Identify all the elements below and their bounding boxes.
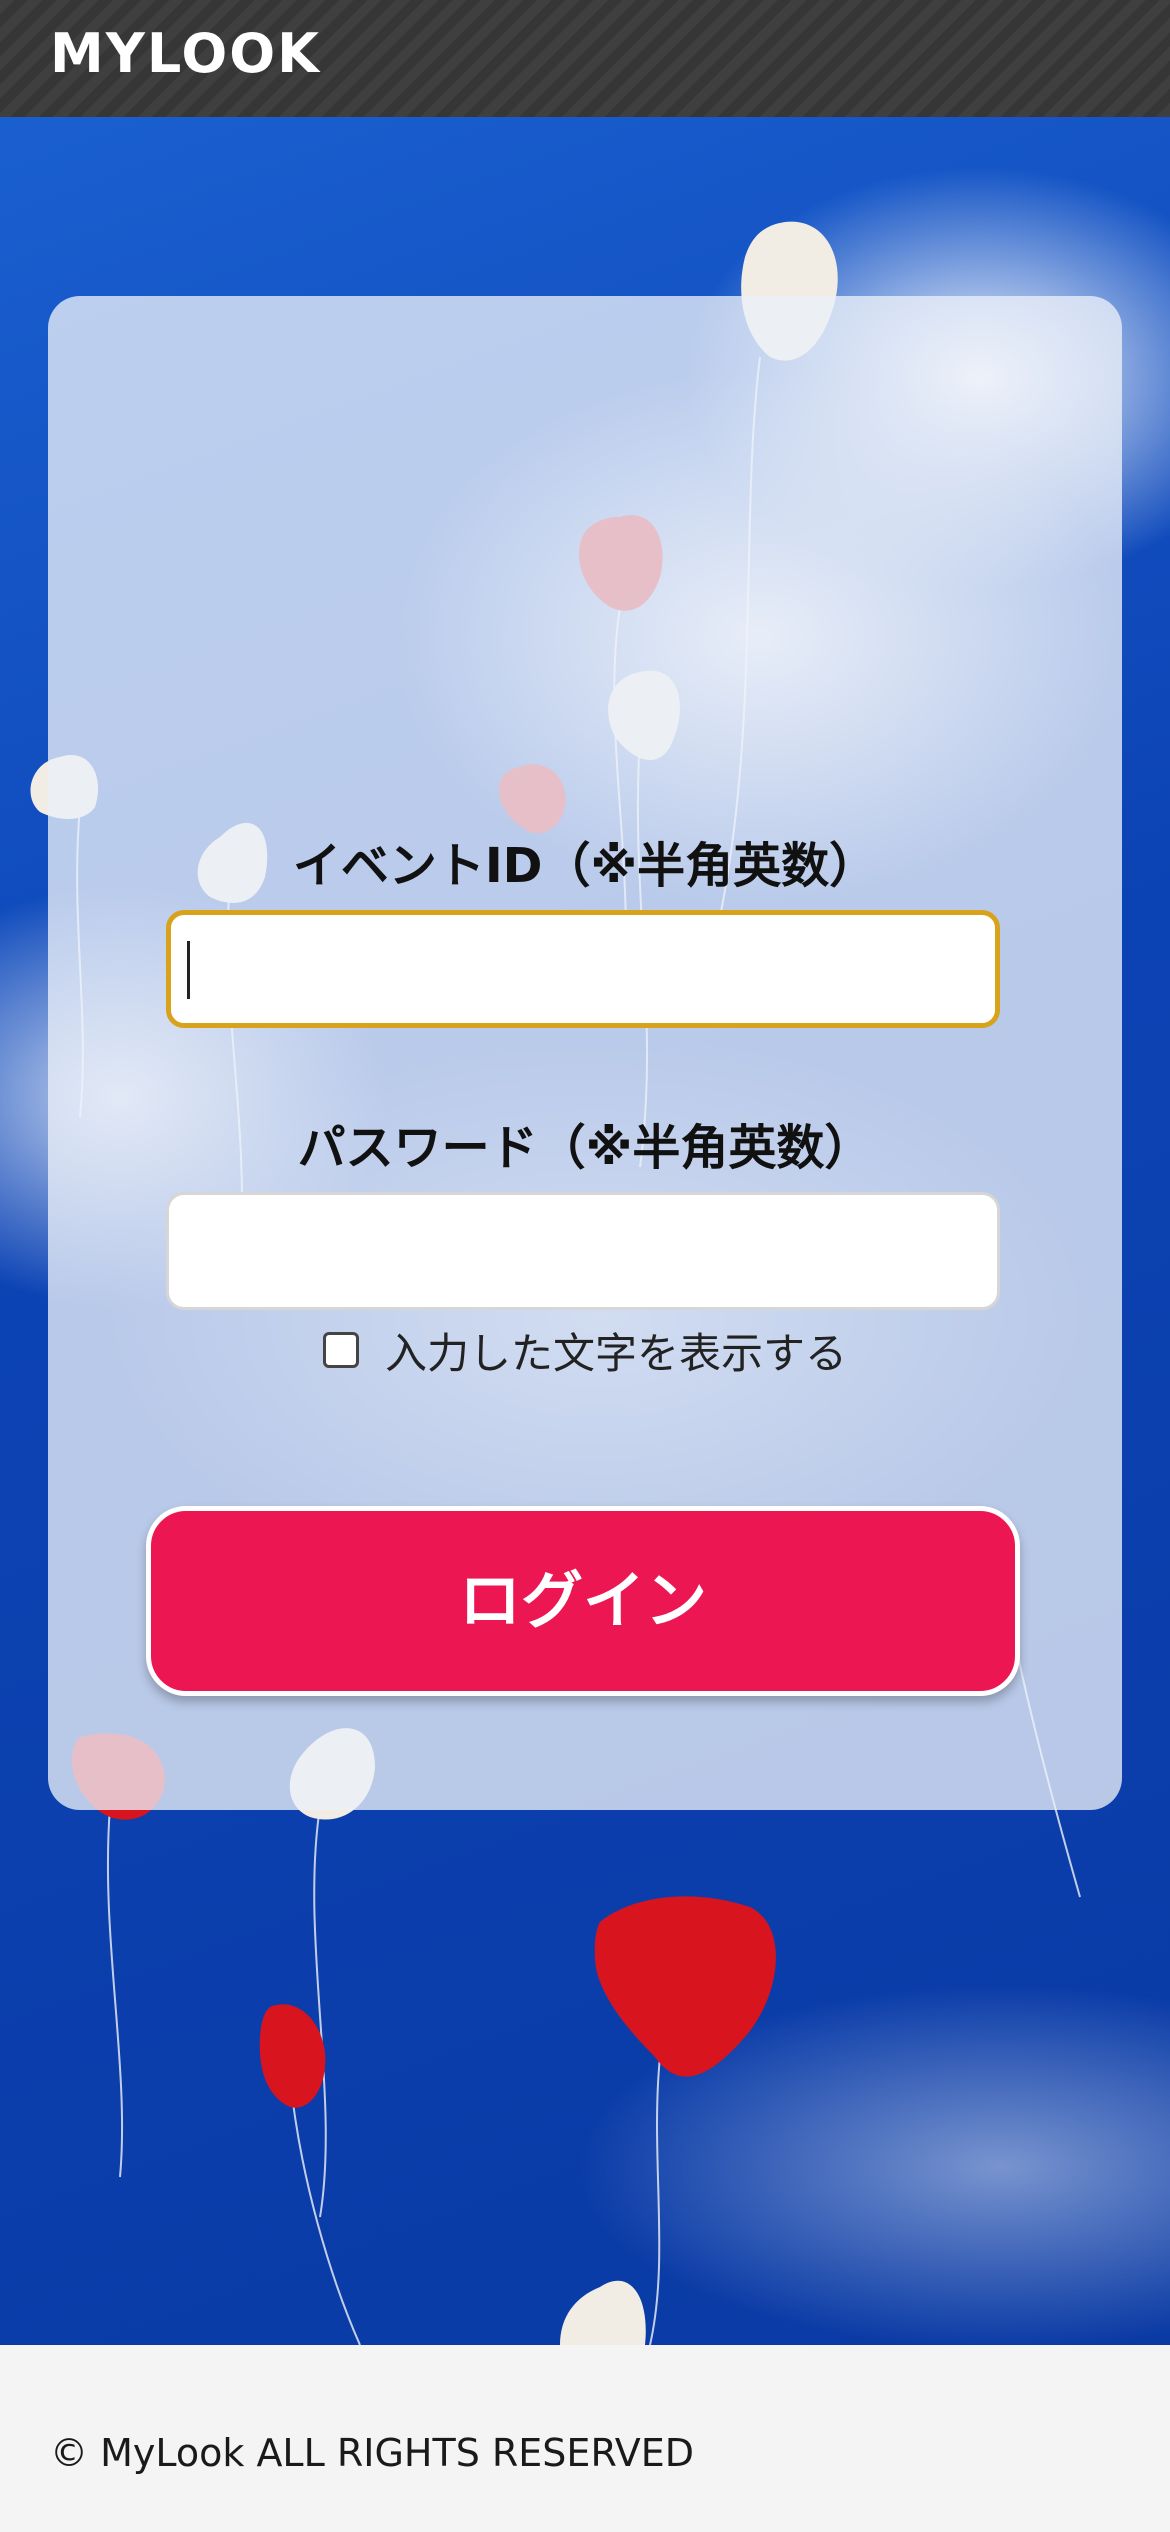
app-header: MYLOOK	[0, 0, 1170, 117]
login-button[interactable]: ログイン	[146, 1506, 1020, 1696]
show-password-checkbox[interactable]	[322, 1332, 359, 1368]
page-footer: © MyLook ALL RIGHTS RESERVED	[0, 2345, 1170, 2532]
event-id-label: イベントID（※半角英数）	[292, 838, 878, 894]
show-password-label[interactable]: 入力した文字を表示する	[385, 1320, 847, 1381]
login-card: イベントID（※半角英数） パスワード（※半角英数） 入力した文字を表示する ロ…	[48, 296, 1122, 1810]
password-label: パスワード（※半角英数）	[297, 1120, 873, 1176]
copyright-text: © MyLook ALL RIGHTS RESERVED	[50, 2431, 695, 2475]
event-id-input[interactable]	[166, 910, 1000, 1028]
brand-logo[interactable]: MYLOOK	[50, 22, 321, 85]
show-password-row[interactable]: 入力した文字を表示する	[48, 1320, 1122, 1380]
text-caret	[187, 941, 190, 999]
password-input[interactable]	[166, 1192, 1000, 1310]
